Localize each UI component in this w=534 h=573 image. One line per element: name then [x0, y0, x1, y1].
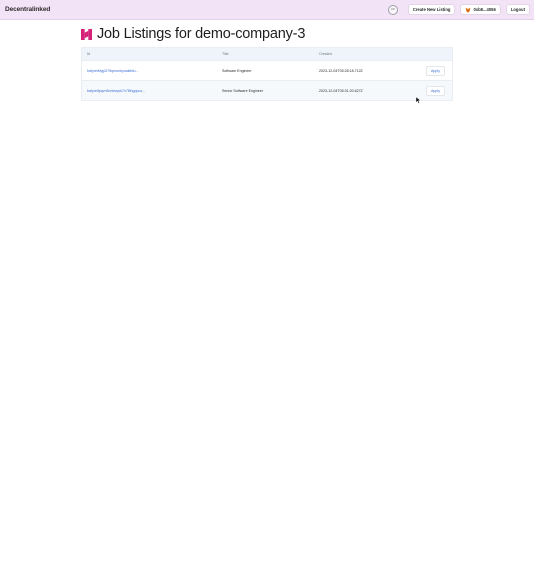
job-id-link[interactable]: bafyreiblyg2i7lfqmunbyoaktbtu...: [81, 60, 217, 81]
job-created: 2023-12-04T05:31:20.627Z: [314, 80, 421, 101]
main-content: Job Listings for demo-company-3 Id Title…: [81, 26, 453, 101]
loading-indicator-text: 100: [390, 8, 395, 11]
job-created: 2023-12-04T05:28:18.712Z: [314, 60, 421, 81]
job-title: Software Engineer: [217, 60, 314, 81]
wallet-address: 0xb8...4056: [473, 7, 496, 12]
table-header-row: Id Title Created: [81, 47, 453, 61]
create-listing-button[interactable]: Create New Listing: [407, 4, 456, 15]
company-logo-icon: [81, 28, 92, 40]
job-id-text[interactable]: bafyreifpqvn5nnbvqxk7v7i5hgqocz...: [87, 89, 145, 93]
job-id-link[interactable]: bafyreifpqvn5nnbvqxk7v7i5hgqocz...: [81, 80, 217, 101]
job-listings-table: Id Title Created bafyreiblyg2i7lfqmunbyo…: [81, 47, 453, 101]
logout-label: Logout: [510, 7, 525, 12]
column-header-actions: [421, 48, 453, 61]
top-nav-bar: Decentralinked 100 Create New Listing 0x…: [0, 0, 534, 20]
apply-button[interactable]: Apply: [426, 65, 445, 76]
brand-logo-text[interactable]: Decentralinked: [5, 6, 50, 13]
column-header-created: Created: [319, 52, 332, 56]
metamask-fox-icon: [466, 7, 471, 12]
job-title: Senior Software Engineer: [217, 80, 314, 101]
job-action-cell: Apply: [421, 60, 453, 81]
loading-indicator: 100: [387, 4, 398, 15]
mouse-cursor-icon: [416, 97, 421, 104]
logout-button[interactable]: Logout: [505, 4, 530, 15]
job-id-text[interactable]: bafyreiblyg2i7lfqmunbyoaktbtu...: [87, 69, 139, 73]
column-header-title: Title: [222, 52, 229, 56]
table-row: bafyreifpqvn5nnbvqxk7v7i5hgqocz... Senio…: [81, 80, 453, 101]
create-listing-label: Create New Listing: [412, 7, 451, 12]
column-header-id: Id: [87, 52, 90, 56]
apply-button[interactable]: Apply: [426, 85, 445, 96]
page-title: Job Listings for demo-company-3: [97, 26, 306, 42]
table-row: bafyreiblyg2i7lfqmunbyoaktbtu... Softwar…: [81, 60, 453, 81]
job-action-cell: Apply: [421, 80, 453, 101]
wallet-button[interactable]: 0xb8...4056: [460, 4, 501, 15]
page-heading: Job Listings for demo-company-3: [81, 26, 453, 42]
